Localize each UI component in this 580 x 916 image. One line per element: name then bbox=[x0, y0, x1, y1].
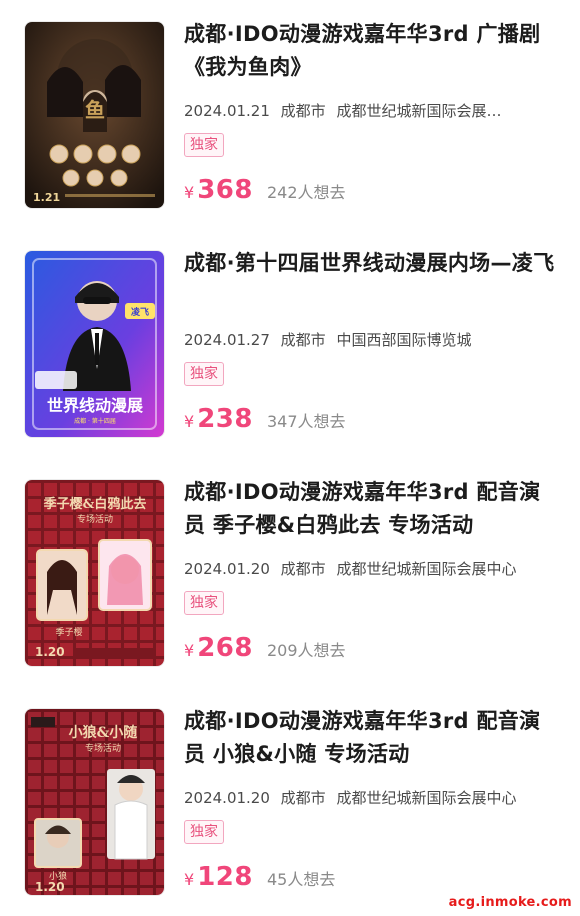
poster-date-text: 1.20 bbox=[35, 645, 65, 659]
event-price: 238 bbox=[197, 404, 253, 434]
poster-image: 鱼 1.21 bbox=[25, 22, 164, 208]
svg-text:成都 · 第十四届: 成都 · 第十四届 bbox=[74, 417, 116, 425]
event-poster[interactable]: 世界线动漫展 成都 · 第十四届 凌飞 bbox=[25, 251, 164, 437]
svg-text:专场活动: 专场活动 bbox=[85, 742, 121, 754]
event-card[interactable]: 季子樱&白鸦此去 专场活动 季子樱 1.20 成都·IDO动漫游戏嘉年华3rd … bbox=[0, 458, 580, 687]
event-info: 成都·IDO动漫游戏嘉年华3rd 配音演员 季子樱&白鸦此去 专场活动 2024… bbox=[184, 476, 556, 667]
site-watermark: acg.inmoke.com bbox=[448, 895, 572, 910]
currency-symbol: ¥ bbox=[184, 412, 195, 431]
event-price: 368 bbox=[197, 175, 253, 205]
event-card[interactable]: 世界线动漫展 成都 · 第十四届 凌飞 成都·第十四届世界线动漫展内场—凌飞 2… bbox=[0, 229, 580, 458]
exclusive-badge: 独家 bbox=[184, 362, 224, 386]
currency-symbol: ¥ bbox=[184, 641, 195, 660]
interest-count: 347人想去 bbox=[266, 412, 346, 431]
exclusive-badge: 独家 bbox=[184, 591, 224, 615]
event-poster[interactable]: 鱼 1.21 bbox=[25, 22, 164, 208]
event-city: 成都市 bbox=[280, 789, 326, 807]
event-venue: 中国西部国际博览城 bbox=[336, 331, 472, 349]
exclusive-badge: 独家 bbox=[184, 820, 224, 844]
event-date: 2024.01.20 bbox=[184, 789, 270, 807]
event-venue: 成都世纪城新国际会展中心 bbox=[336, 560, 517, 578]
event-poster[interactable]: 季子樱&白鸦此去 专场活动 季子樱 1.20 bbox=[25, 480, 164, 666]
poster-image: 小狼&小随 专场活动 小狼 1.20 bbox=[25, 709, 164, 895]
price-row: ¥ 268 209人想去 bbox=[184, 633, 556, 667]
event-date: 2024.01.27 bbox=[184, 331, 270, 349]
event-info: 成都·第十四届世界线动漫展内场—凌飞 2024.01.27 成都市 中国西部国际… bbox=[184, 247, 556, 438]
svg-text:季子樱&白鸦此去: 季子樱&白鸦此去 bbox=[43, 496, 147, 512]
event-info: 成都·IDO动漫游戏嘉年华3rd 广播剧《我为鱼肉》 2024.01.21 成都… bbox=[184, 18, 556, 209]
event-date: 2024.01.20 bbox=[184, 560, 270, 578]
interest-count: 45人想去 bbox=[266, 870, 336, 889]
event-info: 成都·IDO动漫游戏嘉年华3rd 配音演员 小狼&小随 专场活动 2024.01… bbox=[184, 705, 556, 896]
price-row: ¥ 128 45人想去 bbox=[184, 862, 556, 896]
svg-text:鱼: 鱼 bbox=[85, 98, 105, 122]
price-row: ¥ 238 347人想去 bbox=[184, 404, 556, 438]
event-price: 268 bbox=[197, 633, 253, 663]
event-venue: 成都世纪城新国际会展中心 bbox=[336, 789, 517, 807]
svg-text:专场活动: 专场活动 bbox=[77, 513, 113, 525]
event-title[interactable]: 成都·第十四届世界线动漫展内场—凌飞 bbox=[184, 247, 556, 313]
poster-image: 季子樱&白鸦此去 专场活动 季子樱 1.20 bbox=[25, 480, 164, 666]
event-city: 成都市 bbox=[280, 102, 326, 120]
poster-date-text: 1.20 bbox=[35, 880, 65, 894]
currency-symbol: ¥ bbox=[184, 870, 195, 889]
event-city: 成都市 bbox=[280, 331, 326, 349]
event-meta: 2024.01.27 成都市 中国西部国际博览城 bbox=[184, 329, 552, 351]
event-price: 128 bbox=[197, 862, 253, 892]
event-card[interactable]: 小狼&小随 专场活动 小狼 1.20 成都·IDO动漫游戏嘉年华3rd 配音演员… bbox=[0, 687, 580, 916]
interest-count: 242人想去 bbox=[266, 183, 346, 202]
event-poster[interactable]: 小狼&小随 专场活动 小狼 1.20 bbox=[25, 709, 164, 895]
price-row: ¥ 368 242人想去 bbox=[184, 175, 556, 209]
event-meta: 2024.01.20 成都市 成都世纪城新国际会展中心 bbox=[184, 558, 552, 580]
event-city: 成都市 bbox=[280, 560, 326, 578]
svg-text:凌飞: 凌飞 bbox=[131, 306, 149, 318]
event-date: 2024.01.21 bbox=[184, 102, 270, 120]
event-meta: 2024.01.21 成都市 成都世纪城新国际会展… bbox=[184, 100, 552, 122]
event-title[interactable]: 成都·IDO动漫游戏嘉年华3rd 配音演员 小狼&小随 专场活动 bbox=[184, 705, 556, 771]
interest-count: 209人想去 bbox=[266, 641, 346, 660]
poster-image: 世界线动漫展 成都 · 第十四届 凌飞 bbox=[25, 251, 164, 437]
event-title[interactable]: 成都·IDO动漫游戏嘉年华3rd 配音演员 季子樱&白鸦此去 专场活动 bbox=[184, 476, 556, 542]
event-meta: 2024.01.20 成都市 成都世纪城新国际会展中心 bbox=[184, 787, 552, 809]
svg-text:小狼&小随: 小狼&小随 bbox=[69, 724, 138, 741]
svg-text:季子樱: 季子樱 bbox=[55, 626, 82, 638]
event-card[interactable]: 鱼 1.21 成都·IDO动漫游戏嘉年华3rd 广播剧《我为鱼肉》 2024.0… bbox=[0, 0, 580, 229]
svg-text:世界线动漫展: 世界线动漫展 bbox=[47, 396, 144, 415]
poster-date-text: 1.21 bbox=[33, 191, 60, 204]
event-venue: 成都世纪城新国际会展… bbox=[336, 102, 502, 120]
currency-symbol: ¥ bbox=[184, 183, 195, 202]
exclusive-badge: 独家 bbox=[184, 133, 224, 157]
event-title[interactable]: 成都·IDO动漫游戏嘉年华3rd 广播剧《我为鱼肉》 bbox=[184, 18, 556, 84]
